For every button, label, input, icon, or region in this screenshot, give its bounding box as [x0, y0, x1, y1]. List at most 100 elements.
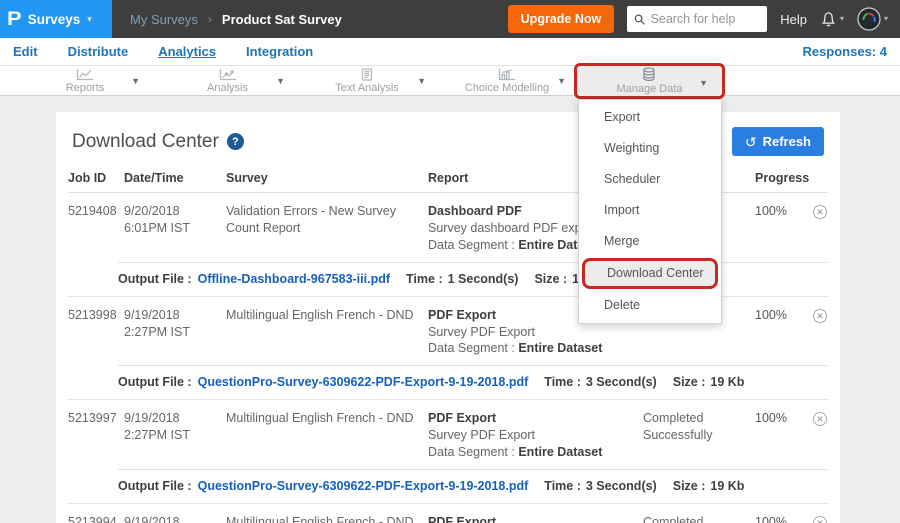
time-taken: Time :3 Second(s) — [544, 375, 656, 389]
manage-data-dropdown-menu: Export Weighting Scheduler Import Merge … — [578, 99, 722, 324]
cancel-job-icon[interactable]: ✕ — [813, 205, 827, 219]
notifications-menu[interactable]: ▾ — [820, 11, 844, 28]
chevron-down-icon[interactable]: ▼ — [699, 78, 708, 88]
job-row-group: 5213994 9/19/2018 2:26PM IST Multilingua… — [68, 504, 828, 523]
chevron-down-icon[interactable]: ▼ — [276, 76, 285, 86]
survey-section-tabs: Edit Distribute Analytics Integration Re… — [0, 38, 900, 66]
status-cell: Completed Successfully — [643, 410, 755, 461]
header-actions — [813, 171, 828, 185]
menu-item-scheduler[interactable]: Scheduler — [579, 164, 721, 195]
report-description: Survey PDF Export — [428, 427, 633, 444]
progress-cell: 100% — [755, 514, 813, 523]
toolbar-choice-modelling[interactable]: Choice Modelling ▼ — [438, 66, 576, 96]
output-file-label: Output File : — [118, 375, 192, 389]
file-size: Size :19 Kb — [673, 479, 745, 493]
output-file-row: Output File : QuestionPro-Survey-6309622… — [118, 469, 828, 503]
bell-icon — [820, 11, 837, 28]
tab-integration[interactable]: Integration — [246, 44, 313, 59]
menu-item-download-center-highlighted[interactable]: Download Center — [582, 258, 718, 289]
toolbar-analysis[interactable]: Analysis ▼ — [160, 66, 295, 96]
page-title: Download Center — [72, 131, 219, 153]
menu-item-export[interactable]: Export — [579, 102, 721, 133]
search-input[interactable] — [651, 12, 761, 26]
header-date-time: Date/Time — [124, 171, 226, 185]
job-id-cell: 5213997 — [68, 410, 124, 461]
report-type: PDF Export — [428, 410, 633, 427]
tab-distribute[interactable]: Distribute — [68, 44, 129, 59]
report-type: PDF Export — [428, 514, 633, 523]
chevron-down-icon[interactable]: ▼ — [131, 76, 140, 86]
breadcrumb-my-surveys[interactable]: My Surveys — [130, 12, 198, 27]
database-icon — [641, 67, 657, 82]
menu-item-merge[interactable]: Merge — [579, 226, 721, 257]
help-link[interactable]: Help — [780, 12, 807, 27]
file-size: Size :19 Kb — [673, 375, 745, 389]
responses-count[interactable]: Responses: 4 — [802, 44, 887, 59]
tab-analytics[interactable]: Analytics — [158, 44, 216, 59]
data-segment-label: Data Segment : — [428, 445, 515, 459]
search-icon — [634, 13, 645, 26]
survey-cell: Multilingual English French - DND — [226, 514, 428, 523]
surveys-product-menu[interactable]: P Surveys ▾ — [0, 0, 112, 38]
header-progress: Progress — [755, 171, 813, 185]
data-segment-label: Data Segment : — [428, 238, 515, 252]
toolbar-text-analysis[interactable]: Text Analysis ▼ — [298, 66, 436, 96]
refresh-button[interactable]: ↺ Refresh — [732, 127, 824, 156]
toolbar-text-analysis-label: Text Analysis — [335, 83, 399, 94]
chevron-down-icon[interactable]: ▼ — [557, 76, 566, 86]
help-search[interactable] — [627, 6, 767, 32]
jobs-table: Job ID Date/Time Survey Report Progress … — [56, 166, 840, 523]
time-taken: Time :1 Second(s) — [406, 272, 518, 286]
avatar — [857, 7, 881, 31]
main-content-area: Download Center ? ↺ Refresh Job ID Date/… — [0, 96, 900, 523]
data-segment-value: Entire Dataset — [518, 341, 602, 355]
header-job-id: Job ID — [68, 171, 124, 185]
download-center-panel: Download Center ? ↺ Refresh Job ID Date/… — [56, 112, 840, 523]
chevron-down-icon[interactable]: ▼ — [417, 76, 426, 86]
progress-cell: 100% — [755, 410, 813, 461]
chevron-down-icon: ▾ — [840, 15, 844, 23]
output-file-link[interactable]: QuestionPro-Survey-6309622-PDF-Export-9-… — [198, 375, 529, 389]
menu-item-delete[interactable]: Delete — [579, 290, 721, 321]
refresh-label: Refresh — [763, 134, 811, 149]
menu-item-import[interactable]: Import — [579, 195, 721, 226]
chevron-down-icon: ▾ — [884, 15, 888, 23]
data-segment-label: Data Segment : — [428, 341, 515, 355]
breadcrumb-current-survey: Product Sat Survey — [222, 12, 342, 27]
report-cell: PDF Export Survey PDF Export Data Segmen… — [428, 514, 643, 523]
output-file-link[interactable]: QuestionPro-Survey-6309622-PDF-Export-9-… — [198, 479, 529, 493]
survey-cell: Validation Errors - New Survey Count Rep… — [226, 203, 428, 254]
job-id-cell: 5213998 — [68, 307, 124, 358]
menu-item-weighting[interactable]: Weighting — [579, 133, 721, 164]
help-question-icon[interactable]: ? — [227, 133, 244, 150]
progress-cell: 100% — [755, 307, 813, 358]
time-taken: Time :3 Second(s) — [544, 479, 656, 493]
refresh-icon: ↺ — [745, 135, 757, 149]
tab-edit[interactable]: Edit — [13, 44, 38, 59]
analytics-toolbar: Reports ▼ Analysis ▼ Text Analysis ▼ — [0, 66, 900, 96]
report-cell: PDF Export Survey PDF Export Data Segmen… — [428, 410, 643, 461]
datetime-cell: 9/19/2018 2:27PM IST — [124, 307, 226, 358]
job-id-cell: 5219408 — [68, 203, 124, 254]
data-segment-value: Entire Dataset — [518, 445, 602, 459]
toolbar-reports[interactable]: Reports ▼ — [20, 66, 150, 96]
toolbar-manage-data-label: Manage Data — [616, 84, 682, 95]
cancel-job-icon[interactable]: ✕ — [813, 412, 827, 426]
toolbar-choice-modelling-label: Choice Modelling — [465, 83, 549, 94]
top-app-bar: P Surveys ▾ My Surveys › Product Sat Sur… — [0, 0, 900, 38]
output-file-link[interactable]: Offline-Dashboard-967583-iii.pdf — [198, 272, 390, 286]
account-menu[interactable]: ▾ — [857, 7, 888, 31]
upgrade-now-button[interactable]: Upgrade Now — [508, 5, 615, 33]
status-cell: Completed Successfully — [643, 514, 755, 523]
cancel-job-icon[interactable]: ✕ — [813, 516, 827, 523]
topbar-actions: Upgrade Now Help ▾ — [508, 5, 900, 33]
trend-chart-icon — [219, 68, 237, 81]
toolbar-reports-label: Reports — [66, 83, 105, 94]
output-file-label: Output File : — [118, 272, 192, 286]
toolbar-manage-data-highlighted[interactable]: Manage Data ▼ — [574, 63, 725, 99]
header-survey: Survey — [226, 171, 428, 185]
survey-cell: Multilingual English French - DND — [226, 307, 428, 358]
cancel-job-icon[interactable]: ✕ — [813, 309, 827, 323]
report-description: Survey PDF Export — [428, 324, 633, 341]
breadcrumb-separator-icon: › — [208, 12, 212, 26]
